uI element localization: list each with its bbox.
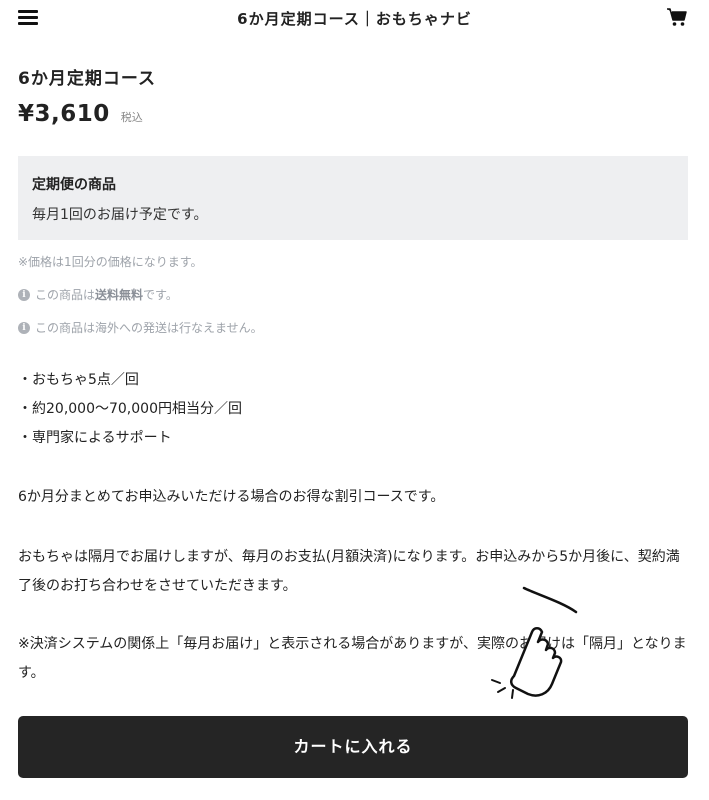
tax-label: 税込 [120, 111, 143, 124]
price-row: ¥3,610 税込 [18, 101, 143, 127]
subscription-title: 定期便の商品 [32, 177, 116, 193]
subscription-text: 毎月1回のお届け予定です。 [32, 207, 208, 223]
price-note: ※価格は1回分の価格になります。 [18, 255, 203, 269]
shipping-note-bold: 送料無料 [95, 288, 144, 302]
subscription-info-box: 定期便の商品 毎月1回のお届け予定です。 [18, 156, 688, 240]
site-header: 6か月定期コース｜おもちゃナビ [0, 0, 709, 36]
description-paragraph-1: 6か月分まとめてお申込みいただける場合のお得な割引コースです。 [18, 489, 445, 505]
shopping-cart-icon[interactable] [666, 7, 688, 27]
overseas-note: i この商品は海外への発送は行なえません。 [18, 319, 263, 336]
shipping-note-prefix: この商品は [35, 288, 96, 302]
description-paragraph-2: おもちゃは隔月でお届けしますが、毎月のお支払(月額決済)になります。お申込みから… [18, 549, 680, 594]
shipping-note-suffix: です。 [143, 288, 178, 302]
product-price: ¥3,610 [18, 101, 110, 127]
info-icon: i [18, 321, 30, 334]
page-title: 6か月定期コース｜おもちゃナビ [237, 10, 472, 28]
feature-item: ・専門家によるサポート [18, 430, 172, 446]
pointing-hand-icon [488, 580, 588, 706]
overseas-note-text: この商品は海外への発送は行なえません。 [35, 321, 263, 335]
add-to-cart-button[interactable]: カートに入れる [18, 716, 688, 778]
feature-item: ・おもちゃ5点／回 [18, 372, 139, 388]
product-page: 6か月定期コース｜おもちゃナビ 6か月定期コース ¥3,610 税込 定期便の商… [0, 0, 709, 800]
shipping-note: i この商品は 送料無料 です。 [18, 286, 178, 303]
product-title: 6か月定期コース [18, 69, 156, 89]
feature-item: ・約20,000〜70,000円相当分／回 [18, 401, 242, 417]
description-paragraph-3: ※決済システムの関係上「毎月お届け」と表示される場合がありますが、実際のお届けは… [18, 636, 687, 681]
info-icon: i [18, 288, 30, 301]
